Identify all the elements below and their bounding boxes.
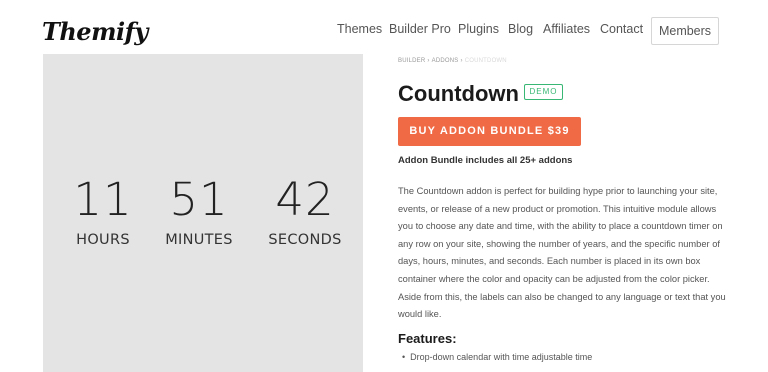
nav-item-themes[interactable]: Themes xyxy=(337,22,382,36)
nav-item-builder-pro[interactable]: Builder Pro xyxy=(389,22,451,36)
feature-item: Drop-down calendar with time adjustable … xyxy=(402,352,592,362)
nav-item-plugins[interactable]: Plugins xyxy=(458,22,499,36)
countdown-seconds-label: SECONDS xyxy=(268,232,342,248)
breadcrumb-current: COUNTDOWN xyxy=(464,58,507,64)
countdown-minutes: 51 MINUTES xyxy=(153,173,245,249)
product-description: The Countdown addon is perfect for build… xyxy=(398,186,726,320)
page-title: Countdown xyxy=(398,81,519,106)
breadcrumb-separator: › xyxy=(460,58,463,64)
nav-item-affiliates[interactable]: Affiliates xyxy=(543,22,590,36)
nav-item-blog[interactable]: Blog xyxy=(508,22,533,36)
countdown-hours: 11 HOURS xyxy=(63,173,143,249)
countdown-hours-label: HOURS xyxy=(76,232,130,248)
breadcrumb: BUILDER › ADDONS › COUNTDOWN xyxy=(398,58,507,64)
countdown-hours-value: 11 xyxy=(73,173,133,226)
countdown-seconds: 42 SECONDS xyxy=(255,173,355,249)
countdown-seconds-value: 42 xyxy=(275,173,335,226)
features-list: Drop-down calendar with time adjustable … xyxy=(402,352,592,362)
demo-button[interactable]: DEMO xyxy=(524,84,563,100)
features-heading: Features: xyxy=(398,331,457,346)
breadcrumb-addons[interactable]: ADDONS xyxy=(432,58,459,64)
buy-addon-bundle-button[interactable]: BUY ADDON BUNDLE $39 xyxy=(398,117,581,146)
countdown-minutes-value: 51 xyxy=(169,173,229,226)
bundle-note: Addon Bundle includes all 25+ addons xyxy=(398,155,573,166)
breadcrumb-builder[interactable]: BUILDER xyxy=(398,58,425,64)
members-button[interactable]: Members xyxy=(651,17,719,45)
countdown-minutes-label: MINUTES xyxy=(165,232,233,248)
nav-item-contact[interactable]: Contact xyxy=(600,22,643,36)
breadcrumb-separator: › xyxy=(427,58,430,64)
countdown-preview: 11 HOURS 51 MINUTES 42 SECONDS xyxy=(43,54,363,372)
